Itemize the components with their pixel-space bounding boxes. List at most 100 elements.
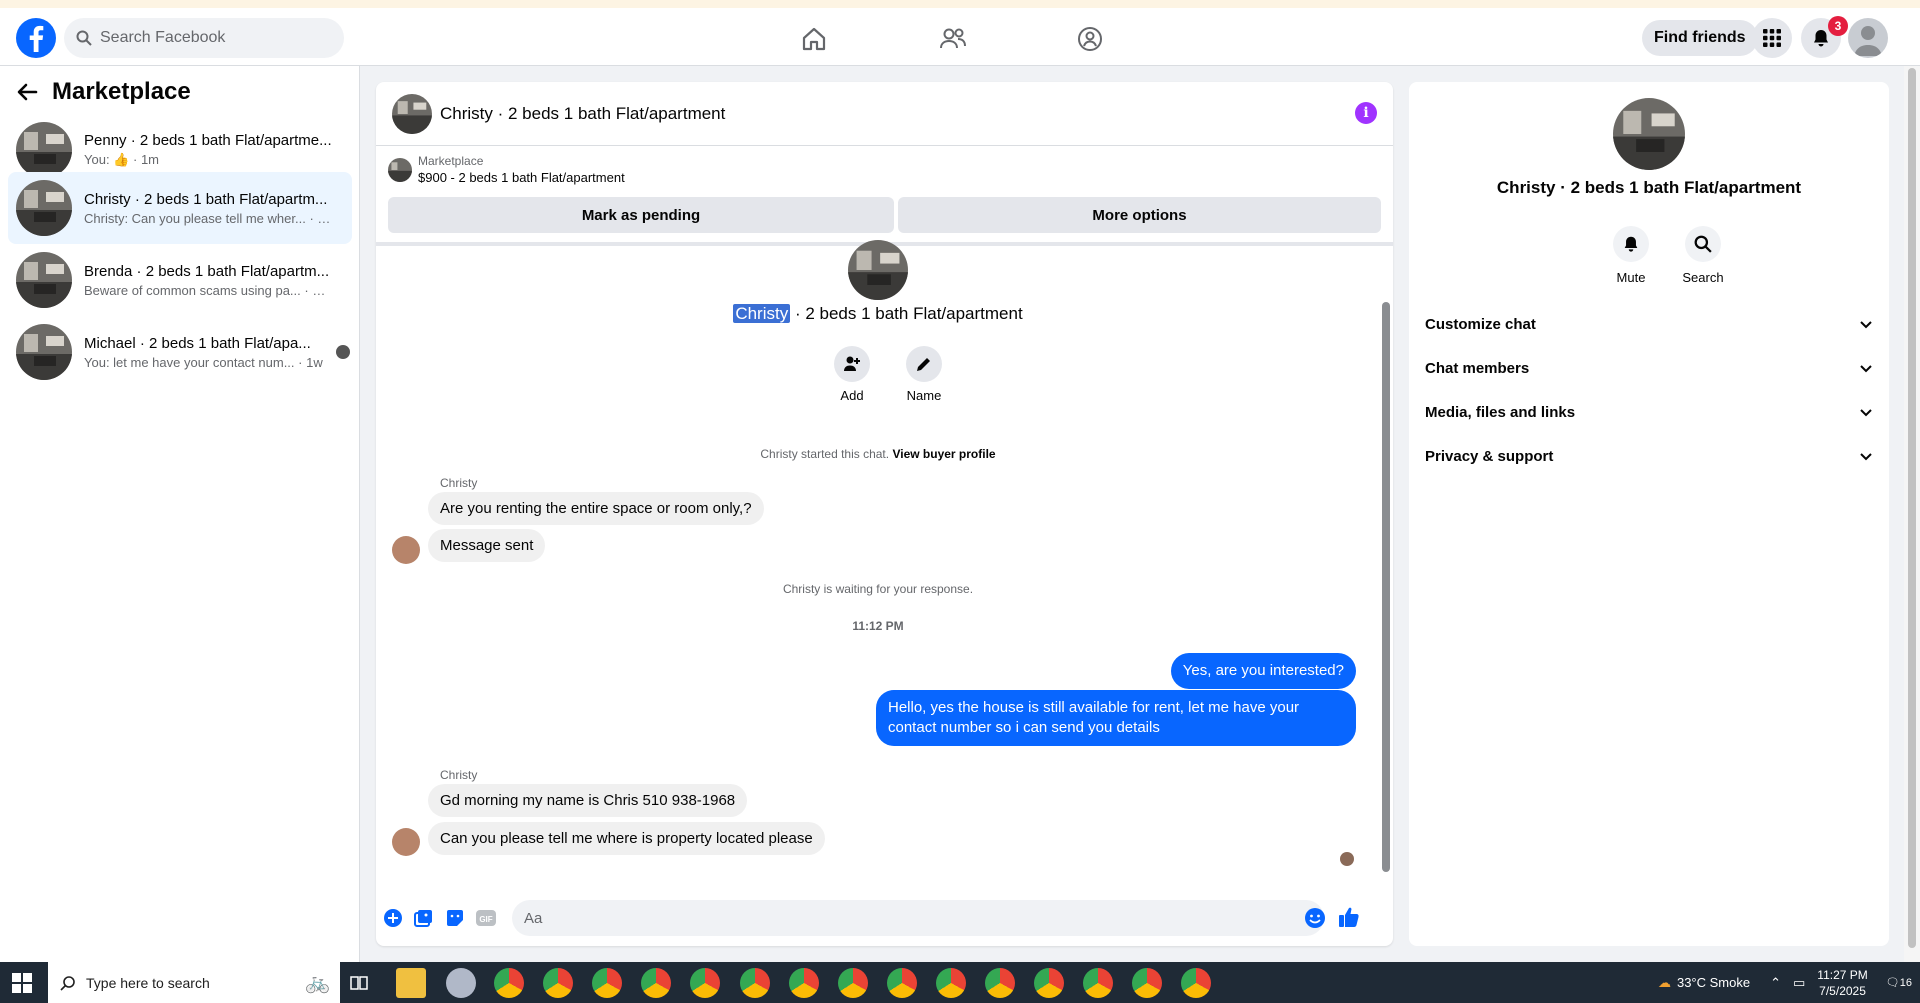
chat-intro-avatar — [848, 240, 908, 300]
taskbar-search-input[interactable]: Type here to search 🚲 — [48, 962, 340, 1003]
sticker-icon[interactable] — [444, 907, 466, 929]
listing-source: Marketplace — [418, 154, 484, 168]
weather-icon[interactable]: ☁ — [1658, 975, 1671, 991]
chrome-profile-icon[interactable] — [543, 968, 573, 998]
search-icon — [60, 975, 75, 991]
groups-icon[interactable] — [1073, 22, 1107, 56]
menu-grid-icon[interactable] — [1752, 18, 1792, 58]
bell-icon — [1613, 226, 1649, 262]
find-friends-button[interactable]: Find friends — [1642, 20, 1758, 56]
waiting-notice: Christy is waiting for your response. — [782, 582, 974, 596]
file-explorer-icon[interactable] — [396, 968, 426, 998]
sender-avatar — [392, 536, 420, 564]
weather-text[interactable]: 33°C Smoke — [1677, 975, 1750, 990]
windows-start-icon[interactable] — [12, 973, 32, 998]
mute-button[interactable]: Mute — [1601, 226, 1661, 285]
chrome-profile-icon[interactable] — [592, 968, 622, 998]
sender-avatar — [392, 828, 420, 856]
sender-name: Christy — [440, 768, 478, 782]
page-scrollbar[interactable] — [1904, 66, 1920, 962]
conversation-title: Michael · 2 beds 1 bath Flat/apa... — [84, 334, 311, 352]
notifications-center-icon[interactable]: 🗨16 — [1886, 976, 1912, 989]
chat-details-panel: Christy · 2 beds 1 bath Flat/apartment M… — [1409, 82, 1889, 946]
chrome-profile-icon[interactable] — [690, 968, 720, 998]
home-icon[interactable] — [797, 22, 831, 56]
media-files-links-section[interactable]: Media, files and links — [1425, 390, 1873, 434]
incoming-message[interactable]: Are you renting the entire space or room… — [428, 492, 764, 525]
sender-name: Christy — [440, 476, 478, 490]
photo-icon[interactable] — [413, 907, 435, 929]
seen-avatar-icon — [336, 345, 350, 359]
chrome-profile-icon[interactable] — [1083, 968, 1113, 998]
friends-icon[interactable] — [936, 22, 970, 56]
thumbs-up-like-icon[interactable] — [1338, 906, 1360, 928]
privacy-support-section[interactable]: Privacy & support — [1425, 434, 1873, 478]
conversation-preview: Christy: Can you please tell me wher... … — [84, 210, 332, 226]
clock[interactable]: 11:27 PM 7/5/2025 — [1817, 967, 1867, 999]
customize-chat-section[interactable]: Customize chat — [1425, 302, 1873, 346]
search-icon — [1685, 226, 1721, 262]
chrome-profile-icon[interactable] — [936, 968, 966, 998]
facebook-logo-icon[interactable] — [16, 18, 56, 58]
conversation-christy[interactable]: Christy · 2 beds 1 bath Flat/apartm... C… — [8, 172, 352, 244]
info-icon[interactable]: i — [1355, 102, 1377, 124]
timestamp: 11:12 PM — [852, 619, 904, 633]
marketplace-inbox-sidebar: Marketplace Penny · 2 beds 1 bath Flat/a… — [0, 66, 360, 962]
chrome-profile-icon[interactable] — [838, 968, 868, 998]
account-avatar[interactable] — [1848, 18, 1888, 58]
page-scrollbar-thumb[interactable] — [1908, 68, 1916, 948]
chrome-profile-icon[interactable] — [740, 968, 770, 998]
emoji-icon[interactable] — [1304, 907, 1326, 929]
chat-header-avatar[interactable] — [392, 93, 432, 134]
chrome-profile-icon[interactable] — [1181, 968, 1211, 998]
conversation-michael[interactable]: Michael · 2 beds 1 bath Flat/apa... You:… — [8, 316, 352, 388]
incoming-message[interactable]: Message sent — [428, 529, 546, 562]
add-button[interactable]: Add — [822, 346, 882, 403]
chat-scrollbar[interactable] — [1379, 246, 1393, 886]
chat-members-section[interactable]: Chat members — [1425, 346, 1873, 390]
message-thread: Christy · 2 beds 1 bath Flat/apartment A… — [376, 240, 1380, 946]
chevron-down-icon — [1860, 409, 1872, 417]
task-view-icon[interactable] — [350, 974, 368, 997]
search-icon — [76, 30, 92, 46]
conversation-preview: Beware of common scams using pa... · 14m — [84, 282, 332, 298]
chrome-profile-icon[interactable] — [1132, 968, 1162, 998]
back-arrow-icon[interactable] — [16, 81, 38, 103]
incoming-message[interactable]: Can you please tell me where is property… — [428, 822, 825, 855]
chat-scrollbar-thumb[interactable] — [1382, 302, 1390, 872]
chrome-profile-icon[interactable] — [789, 968, 819, 998]
mark-as-pending-button[interactable]: Mark as pending — [388, 197, 894, 233]
chrome-icon[interactable] — [494, 968, 524, 998]
app-icon[interactable] — [446, 968, 476, 998]
chrome-profile-icon[interactable] — [887, 968, 917, 998]
chevron-up-icon[interactable]: ⌃ — [1770, 975, 1781, 991]
view-buyer-profile-link[interactable]: View buyer profile — [892, 447, 995, 461]
listing-thumbnail — [16, 252, 72, 308]
more-options-button[interactable]: More options — [898, 197, 1381, 233]
network-icon[interactable]: ▭ — [1793, 975, 1805, 991]
conversation-preview: You: let me have your contact num... · 1… — [84, 354, 323, 370]
details-title: Christy · 2 beds 1 bath Flat/apartment — [1496, 178, 1802, 197]
details-avatar — [1613, 98, 1685, 170]
listing-summary[interactable]: Marketplace $900 - 2 beds 1 bath Flat/ap… — [388, 154, 625, 185]
gif-icon[interactable]: GIF — [475, 907, 497, 929]
conversation-brenda[interactable]: Brenda · 2 beds 1 bath Flat/apartm... Be… — [8, 244, 352, 316]
plus-circle-icon[interactable] — [382, 907, 404, 929]
chat-intro-title: Christy · 2 beds 1 bath Flat/apartment — [733, 304, 1023, 323]
search-facebook-input[interactable]: Search Facebook — [64, 18, 344, 58]
incoming-message[interactable]: Gd morning my name is Chris 510 938-1968 — [428, 784, 748, 817]
chevron-down-icon — [1860, 321, 1872, 329]
chrome-profile-icon[interactable] — [641, 968, 671, 998]
search-in-chat-button[interactable]: Search — [1673, 226, 1733, 285]
listing-price: $900 - 2 beds 1 bath Flat/apartment — [418, 170, 625, 185]
bicycle-icon: 🚲 — [305, 972, 330, 994]
chrome-profile-icon[interactable] — [985, 968, 1015, 998]
outgoing-message[interactable]: Yes, are you interested? — [1170, 653, 1356, 689]
chrome-profile-icon[interactable] — [1034, 968, 1064, 998]
outgoing-message[interactable]: Hello, yes the house is still available … — [876, 690, 1356, 746]
sidebar-header: Marketplace — [16, 78, 191, 106]
name-button[interactable]: Name — [894, 346, 954, 403]
system-tray: ☁ 33°C Smoke ⌃ ▭ 11:27 PM 7/5/2025 🗨16 — [1658, 962, 1920, 1003]
chat-title[interactable]: Christy · 2 beds 1 bath Flat/apartment — [440, 104, 725, 124]
message-input[interactable]: Aa — [512, 900, 1324, 936]
